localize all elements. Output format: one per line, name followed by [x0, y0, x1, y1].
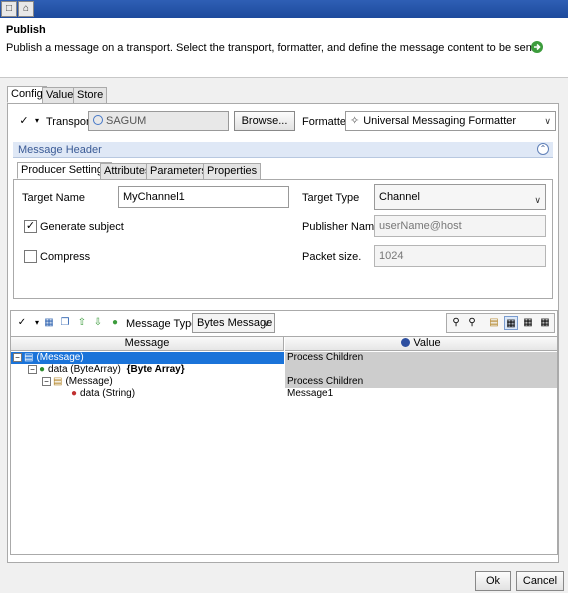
message-cell[interactable]: − ● data (ByteArray) {Byte Array}: [11, 364, 284, 376]
generate-subject-label: Generate subject: [40, 221, 124, 233]
message-header-bar[interactable]: Message Header ⌃: [13, 142, 553, 158]
message-type-value: Bytes Message: [197, 317, 273, 329]
chevron-down-icon: ∨: [263, 318, 270, 328]
transport-field[interactable]: SAGUM: [88, 111, 229, 131]
ok-button[interactable]: Ok: [475, 571, 511, 591]
transport-label: Transport: [46, 116, 93, 128]
collapse-icon[interactable]: ⌃: [537, 143, 549, 155]
collapse-node-icon[interactable]: −: [13, 353, 22, 362]
message-cell[interactable]: ● data (String): [11, 388, 284, 400]
tab-parameters[interactable]: Parameters: [146, 163, 211, 180]
cancel-button[interactable]: Cancel: [516, 571, 564, 591]
value-cell[interactable]: Message1: [285, 388, 557, 400]
string-field-icon: ●: [71, 388, 78, 399]
browse-button[interactable]: Browse...: [234, 111, 295, 131]
target-type-select[interactable]: Channel ∨: [374, 184, 546, 210]
value-cell[interactable]: Process Children: [285, 352, 557, 364]
grid-view-icon[interactable]: ▦: [504, 316, 518, 330]
message-cell[interactable]: − ▤ (Message): [11, 376, 284, 388]
add-node-icon[interactable]: ▦: [42, 316, 56, 330]
chevron-down-icon: ∨: [534, 195, 541, 205]
publish-icon[interactable]: □: [1, 1, 17, 17]
message-grid: Message Value − ▤ (Message) Process Childr…: [11, 336, 557, 554]
column-header-value-label: Value: [413, 337, 441, 349]
target-name-label: Target Name: [22, 192, 85, 204]
compact-view-icon[interactable]: ▦: [538, 316, 552, 330]
plug-icon[interactable]: ✓: [15, 316, 29, 330]
column-header-value[interactable]: Value: [285, 337, 557, 351]
plug-dropdown-arrow-icon[interactable]: ▾: [33, 114, 41, 128]
view-toolbar: ⚲ ⚲ ▤ ▦ ▦ ▦: [446, 313, 555, 333]
row-message-label: data (ByteArray): [48, 364, 121, 375]
publisher-name-input[interactable]: userName@host: [374, 215, 546, 237]
table-view-icon[interactable]: ▦: [521, 316, 535, 330]
tab-config[interactable]: Config: [7, 86, 47, 103]
transport-value: SAGUM: [106, 115, 147, 127]
message-toolbar: ✓ ▾ ▦ ❐ ⇧ ⇩ ● Message Type Bytes Message…: [13, 313, 275, 333]
value-cell[interactable]: [285, 364, 557, 376]
plug-icon[interactable]: ✓: [17, 114, 31, 128]
target-type-label: Target Type: [302, 192, 360, 204]
row-message-label: data (String): [80, 388, 136, 399]
chevron-down-icon: ∨: [544, 116, 551, 126]
target-name-input[interactable]: MyChannel1: [118, 186, 289, 208]
row-message-label: (Message): [65, 376, 113, 387]
transport-icon: [93, 115, 103, 125]
run-arrow-icon: [531, 41, 543, 53]
zoom-out-icon[interactable]: ⚲: [465, 316, 479, 330]
move-down-icon[interactable]: ⇩: [91, 316, 105, 330]
globe-icon: ●: [39, 364, 46, 375]
formatter-select[interactable]: ✧ Universal Messaging Formatter ∨: [345, 111, 556, 131]
message-node-icon: ▤: [24, 352, 34, 363]
row-type-label: {Byte Array}: [126, 364, 185, 375]
message-cell[interactable]: − ▤ (Message): [11, 352, 284, 364]
target-type-value: Channel: [379, 191, 420, 203]
generate-subject-checkbox[interactable]: ✓: [24, 220, 37, 233]
formatter-value: Universal Messaging Formatter: [363, 115, 517, 127]
message-header-title: Message Header: [18, 144, 102, 156]
document-icon[interactable]: ▤: [487, 316, 501, 330]
formatter-label: Formatter: [302, 116, 350, 128]
message-node-icon: ▤: [53, 376, 63, 387]
window-titlebar: □ ⌂: [0, 0, 568, 18]
tab-store[interactable]: Store: [73, 87, 108, 104]
header-panel: Publish Publish a message on a transport…: [0, 18, 568, 78]
zoom-in-icon[interactable]: ⚲: [449, 316, 463, 330]
tab-producer-settings[interactable]: Producer Settings: [17, 162, 113, 179]
page-description: Publish a message on a transport. Select…: [6, 42, 538, 54]
table-row[interactable]: − ▤ (Message) Process Children: [11, 352, 557, 364]
move-up-icon[interactable]: ⇧: [75, 316, 89, 330]
column-header-message[interactable]: Message: [11, 337, 284, 351]
collapse-node-icon[interactable]: −: [28, 365, 37, 374]
tab-properties[interactable]: Properties: [203, 163, 262, 180]
home-icon[interactable]: ⌂: [18, 1, 34, 17]
row-message-label: (Message): [36, 352, 84, 363]
refresh-icon[interactable]: ●: [108, 316, 122, 330]
copy-node-icon[interactable]: ❐: [58, 316, 72, 330]
formatter-icon: ✧: [350, 115, 360, 127]
publisher-name-label: Publisher Name: [302, 221, 381, 233]
message-type-select[interactable]: Bytes Message ∨: [192, 313, 275, 333]
table-row[interactable]: − ● data (ByteArray) {Byte Array}: [11, 364, 557, 376]
value-cell[interactable]: Process Children: [285, 376, 557, 388]
compress-label: Compress: [40, 251, 91, 263]
compress-checkbox[interactable]: [24, 250, 37, 263]
collapse-node-icon[interactable]: −: [42, 377, 51, 386]
value-icon: [401, 338, 411, 347]
page-title: Publish: [6, 24, 46, 36]
table-row[interactable]: − ▤ (Message) Process Children: [11, 376, 557, 388]
table-row[interactable]: ● data (String) Message1: [11, 388, 557, 400]
packet-size-label: Packet size.: [302, 251, 362, 263]
message-type-label: Message Type: [126, 318, 198, 330]
packet-size-input[interactable]: 1024: [374, 245, 546, 267]
